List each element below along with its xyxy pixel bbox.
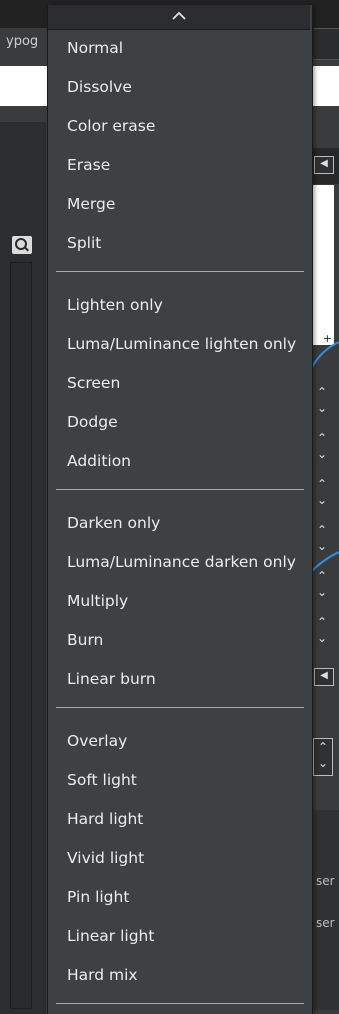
- menu-item-overlay[interactable]: Overlay: [67, 729, 127, 753]
- background-left-list[interactable]: [10, 262, 32, 1009]
- scroll-up-button[interactable]: [48, 5, 310, 30]
- menu-item-normal[interactable]: Normal: [67, 36, 123, 60]
- side-text: ser: [316, 874, 335, 888]
- menu-item-lighten-only[interactable]: Lighten only: [67, 293, 163, 317]
- menu-item-hard-light[interactable]: Hard light: [67, 807, 143, 831]
- menu-item-pin-light[interactable]: Pin light: [67, 885, 129, 909]
- menu-item-dissolve[interactable]: Dissolve: [67, 75, 132, 99]
- background-preview-area: +: [312, 185, 334, 345]
- spinner-arrows[interactable]: ⌃ ⌄: [313, 738, 333, 776]
- panel-collapse-icon-2[interactable]: ◀: [314, 668, 334, 686]
- background-label: ypog: [6, 34, 39, 49]
- menu-item-vivid-light[interactable]: Vivid light: [67, 846, 144, 870]
- menu-item-multiply[interactable]: Multiply: [67, 589, 128, 613]
- menu-item-linear-burn[interactable]: Linear burn: [67, 667, 156, 691]
- menu-item-burn[interactable]: Burn: [67, 628, 103, 652]
- menu-item-hard-mix[interactable]: Hard mix: [67, 963, 138, 987]
- side-text: ser: [316, 916, 335, 930]
- spinner-arrows[interactable]: ⌃ ⌄: [313, 614, 331, 650]
- menu-item-erase[interactable]: Erase: [67, 153, 110, 177]
- background-right-field[interactable]: [312, 28, 339, 60]
- menu-separator: [56, 489, 304, 490]
- chevron-up-icon: [172, 11, 186, 20]
- menu-item-dodge[interactable]: Dodge: [67, 410, 118, 434]
- menu-separator: [56, 271, 304, 272]
- spinner-arrows[interactable]: ⌃ ⌄: [313, 430, 331, 466]
- menu-item-luma-lighten-only[interactable]: Luma/Luminance lighten only: [67, 332, 296, 356]
- menu-item-screen[interactable]: Screen: [67, 371, 120, 395]
- panel-collapse-icon[interactable]: ◀: [314, 156, 334, 174]
- background-right-panel: ser ser: [312, 810, 339, 1010]
- menu-item-darken-only[interactable]: Darken only: [67, 511, 160, 535]
- menu-item-luma-darken-only[interactable]: Luma/Luminance darken only: [67, 550, 296, 574]
- menu-item-split[interactable]: Split: [67, 231, 101, 255]
- search-icon[interactable]: [12, 236, 32, 254]
- menu-item-linear-light[interactable]: Linear light: [67, 924, 154, 948]
- menu-item-merge[interactable]: Merge: [67, 192, 115, 216]
- menu-item-color-erase[interactable]: Color erase: [67, 114, 155, 138]
- menu-item-soft-light[interactable]: Soft light: [67, 768, 137, 792]
- menu-item-addition[interactable]: Addition: [67, 449, 131, 473]
- menu-separator: [56, 1003, 304, 1004]
- spinner-arrows[interactable]: ⌃ ⌄: [313, 476, 331, 512]
- menu-separator: [56, 707, 304, 708]
- blend-mode-menu: Normal Dissolve Color erase Erase Merge …: [47, 5, 313, 1014]
